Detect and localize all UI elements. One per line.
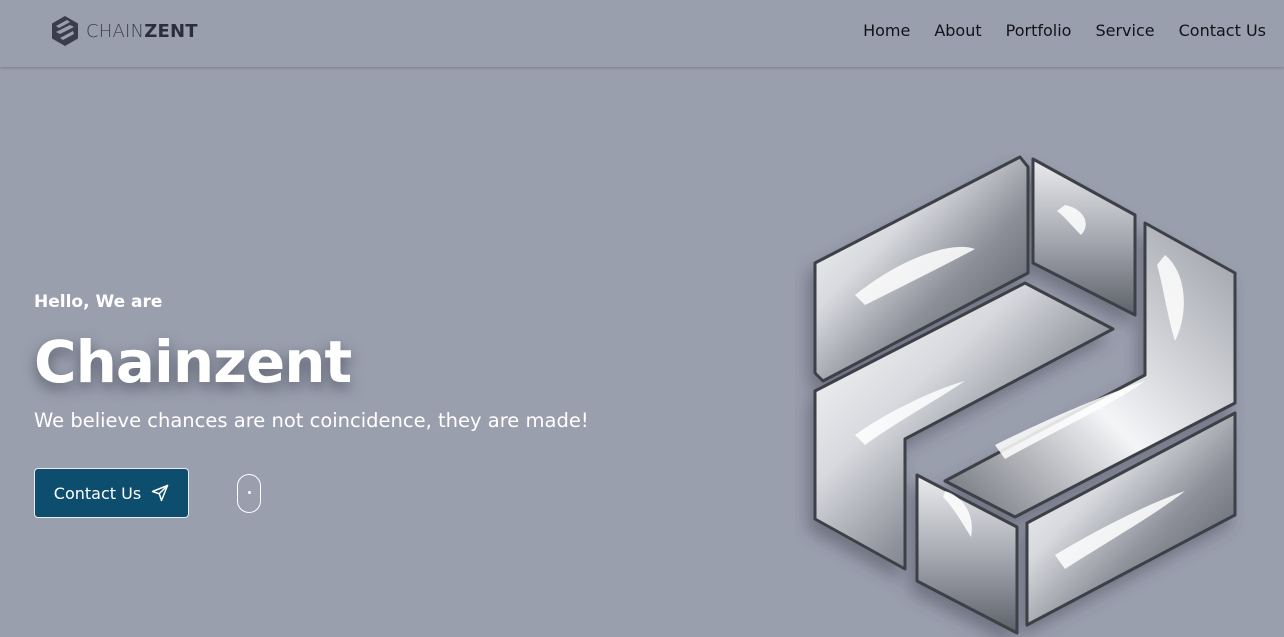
mouse-scroll-icon[interactable] [237, 474, 261, 513]
hero-greeting: Hello, We are [34, 292, 163, 312]
contact-us-button-label: Contact Us [53, 483, 142, 503]
brand-name-bold: ZENT [144, 20, 198, 42]
nav-link-about[interactable]: About [934, 21, 981, 40]
hero-title: Chainzent [34, 328, 352, 396]
hero-section: Hello, We are Chainzent We believe chanc… [34, 292, 589, 432]
hero-tagline: We believe chances are not coincidence, … [34, 409, 589, 432]
nav-link-service[interactable]: Service [1095, 21, 1154, 40]
nav-link-home[interactable]: Home [863, 21, 910, 40]
scroll-dot [247, 491, 251, 494]
nav-link-contact-us[interactable]: Contact Us [1179, 21, 1266, 40]
contact-us-button[interactable]: Contact Us [34, 468, 189, 518]
chainzent-logo-icon [52, 16, 78, 46]
brand-name: CHAINZENT [86, 21, 198, 42]
navbar: CHAINZENT Home About Portfolio Service C… [0, 0, 1284, 67]
paper-plane-icon [151, 484, 169, 502]
main-nav: Home About Portfolio Service Contact Us [863, 0, 1266, 60]
chrome-logo-graphic [813, 155, 1237, 635]
nav-link-portfolio[interactable]: Portfolio [1006, 21, 1072, 40]
brand-logo[interactable]: CHAINZENT [50, 15, 198, 47]
brand-name-light: CHAIN [86, 20, 145, 42]
